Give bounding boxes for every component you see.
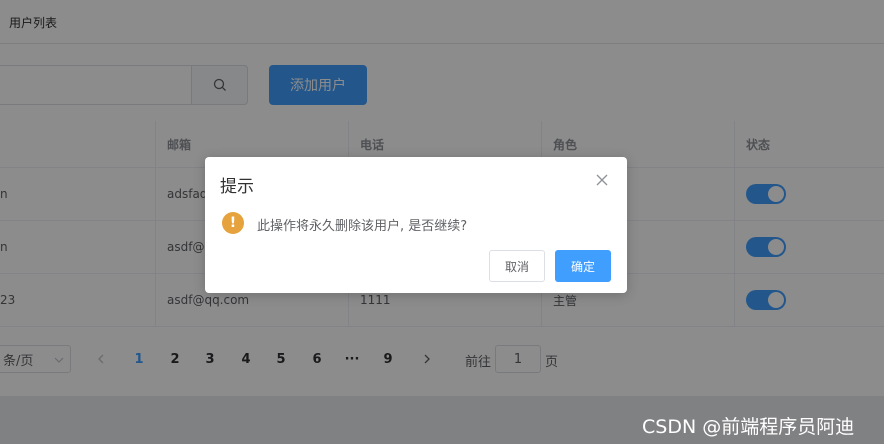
close-icon[interactable] (595, 174, 609, 188)
warning-icon: ! (222, 212, 244, 234)
close-icon-glyph (596, 174, 608, 186)
confirm-dialog: 提示 ! 此操作将永久删除该用户, 是否继续? 取消 确定 (205, 157, 627, 293)
watermark: CSDN @前端程序员阿迪 (642, 416, 855, 438)
cancel-button[interactable]: 取消 (489, 250, 545, 282)
dialog-message: 此操作将永久删除该用户, 是否继续? (257, 219, 468, 234)
confirm-button[interactable]: 确定 (555, 250, 611, 282)
dialog-title: 提示 (220, 177, 254, 197)
